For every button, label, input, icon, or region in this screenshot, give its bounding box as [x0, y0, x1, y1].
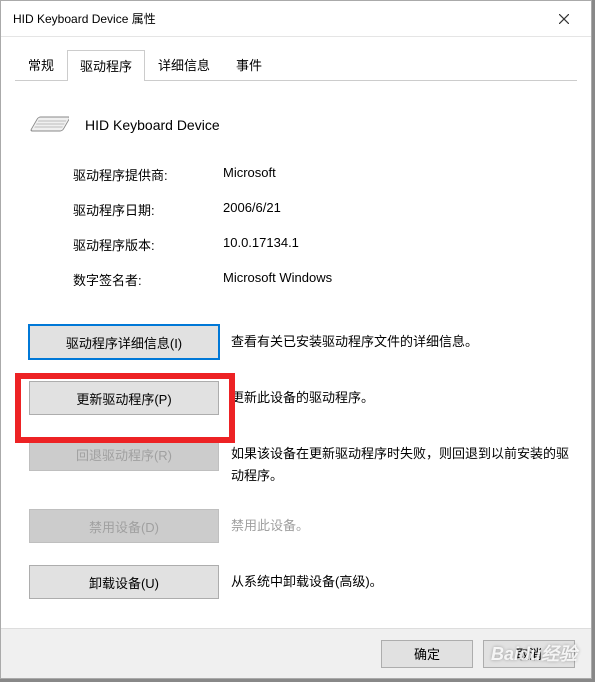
titlebar: HID Keyboard Device 属性	[1, 1, 591, 37]
date-value: 2006/6/21	[223, 200, 281, 219]
rollback-driver-button[interactable]: 回退驱动程序(R)	[29, 437, 219, 471]
tab-driver[interactable]: 驱动程序	[67, 50, 145, 81]
close-button[interactable]	[541, 4, 587, 34]
date-label: 驱动程序日期:	[73, 200, 223, 219]
version-value: 10.0.17134.1	[223, 235, 299, 254]
tab-details[interactable]: 详细信息	[145, 49, 223, 80]
tab-general[interactable]: 常规	[15, 49, 67, 80]
driver-info: 驱动程序提供商: Microsoft 驱动程序日期: 2006/6/21 驱动程…	[15, 159, 577, 289]
device-name: HID Keyboard Device	[85, 117, 220, 133]
uninstall-device-desc: 从系统中卸载设备(高级)。	[231, 565, 383, 593]
disable-device-button[interactable]: 禁用设备(D)	[29, 509, 219, 543]
device-header: HID Keyboard Device	[15, 91, 577, 159]
cancel-button[interactable]: 取消	[483, 640, 575, 668]
close-icon	[559, 14, 569, 24]
provider-value: Microsoft	[223, 165, 276, 184]
tab-strip: 常规 驱动程序 详细信息 事件	[1, 37, 591, 80]
uninstall-device-button[interactable]: 卸载设备(U)	[29, 565, 219, 599]
rollback-driver-desc: 如果该设备在更新驱动程序时失败，则回退到以前安装的驱动程序。	[231, 437, 577, 487]
action-buttons: 驱动程序详细信息(I) 查看有关已安装驱动程序文件的详细信息。 更新驱动程序(P…	[15, 305, 577, 599]
provider-label: 驱动程序提供商:	[73, 165, 223, 184]
version-label: 驱动程序版本:	[73, 235, 223, 254]
driver-details-button[interactable]: 驱动程序详细信息(I)	[29, 325, 219, 359]
dialog-footer: 确定 取消	[1, 628, 591, 678]
properties-dialog: HID Keyboard Device 属性 常规 驱动程序 详细信息 事件 H…	[0, 0, 592, 679]
update-driver-desc: 更新此设备的驱动程序。	[231, 381, 374, 409]
update-driver-button[interactable]: 更新驱动程序(P)	[29, 381, 219, 415]
ok-button[interactable]: 确定	[381, 640, 473, 668]
driver-details-desc: 查看有关已安装驱动程序文件的详细信息。	[231, 325, 478, 353]
signer-label: 数字签名者:	[73, 270, 223, 289]
signer-value: Microsoft Windows	[223, 270, 332, 289]
keyboard-icon	[25, 109, 69, 141]
tab-content: HID Keyboard Device 驱动程序提供商: Microsoft 驱…	[1, 81, 591, 599]
disable-device-desc: 禁用此设备。	[231, 509, 309, 537]
window-title: HID Keyboard Device 属性	[13, 10, 156, 27]
tab-events[interactable]: 事件	[223, 49, 275, 80]
